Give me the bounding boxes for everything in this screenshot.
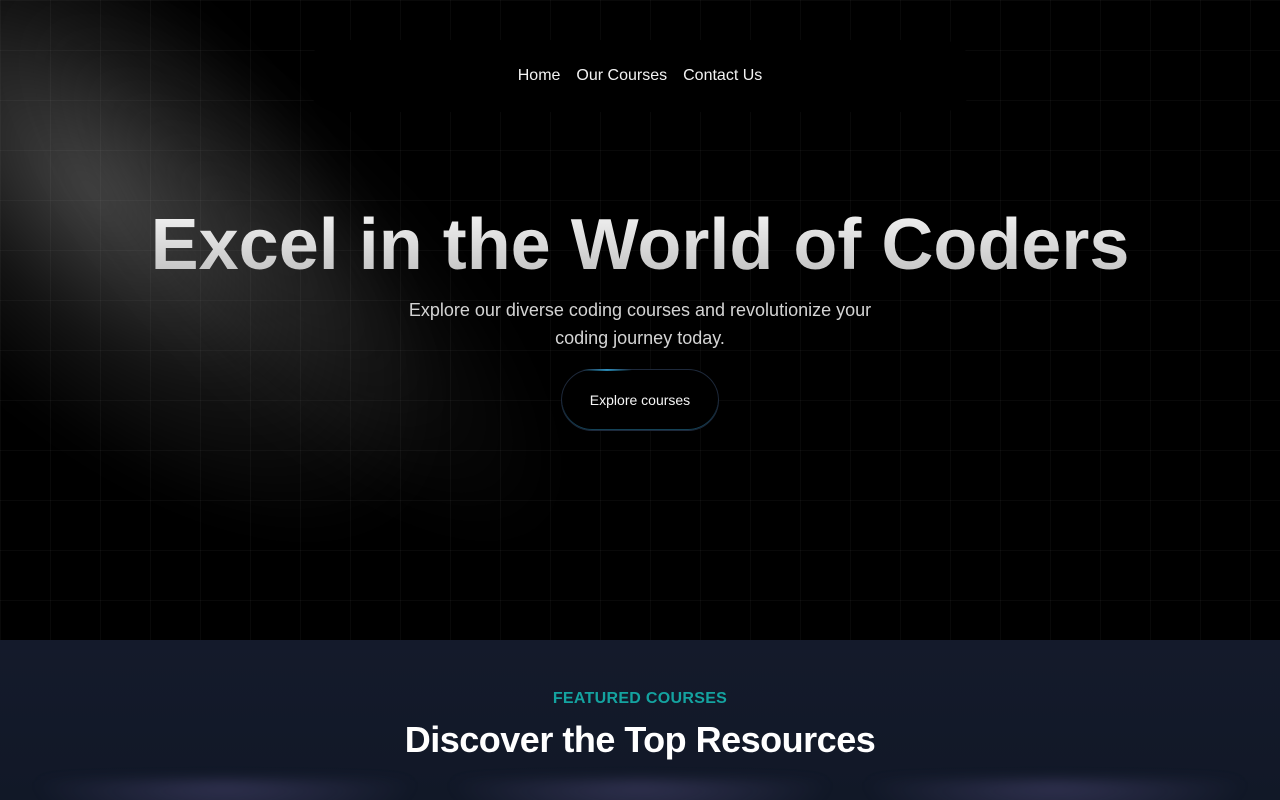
nav-link-contact-us[interactable]: Contact Us bbox=[683, 67, 762, 85]
featured-eyebrow: FEATURED COURSES bbox=[552, 690, 728, 707]
nav-link-our-courses[interactable]: Our Courses bbox=[576, 67, 667, 85]
hero-subtitle: Explore our diverse coding courses and r… bbox=[408, 300, 872, 348]
explore-courses-label: Explore courses bbox=[589, 392, 691, 408]
featured-courses-section: FEATURED COURSES Discover the Top Resour… bbox=[0, 640, 1280, 800]
course-card-preview bbox=[860, 780, 1250, 800]
course-card-preview bbox=[445, 780, 835, 800]
hero-section: Home Our Courses Contact Us Excel in the… bbox=[0, 0, 1280, 640]
explore-courses-button[interactable]: Explore courses bbox=[561, 369, 719, 431]
course-card-preview bbox=[30, 780, 420, 800]
nav-link-home[interactable]: Home bbox=[518, 67, 561, 85]
featured-title: Discover the Top Resources bbox=[404, 719, 876, 760]
landing-page: Home Our Courses Contact Us Excel in the… bbox=[0, 0, 1280, 800]
hero-title: Excel in the World of Coders bbox=[0, 200, 1280, 290]
top-navbar: Home Our Courses Contact Us bbox=[304, 40, 976, 112]
